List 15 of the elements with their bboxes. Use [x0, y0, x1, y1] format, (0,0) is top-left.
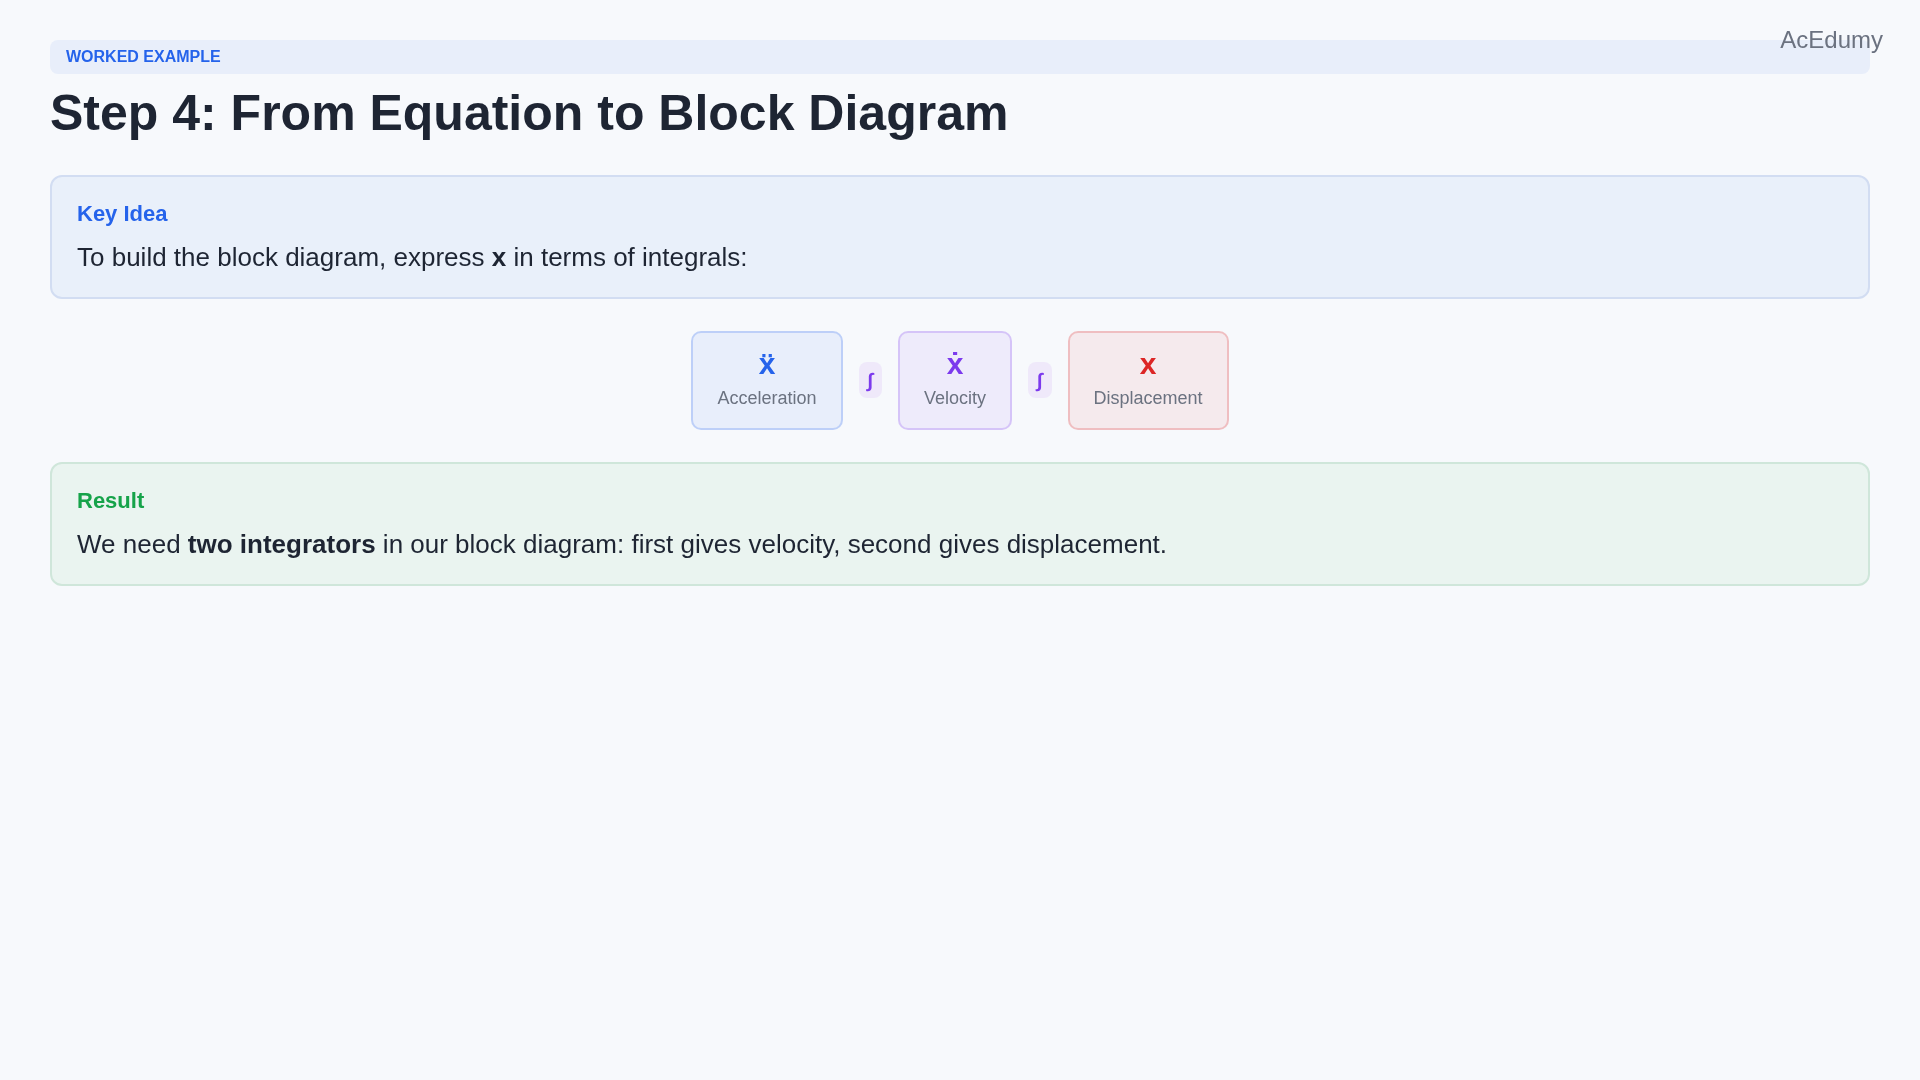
- integral-operator: ∫: [858, 362, 882, 398]
- block-symbol: x: [1138, 348, 1158, 379]
- block-symbol: ẋ: [945, 348, 965, 379]
- badge-label: WORKED EXAMPLE: [66, 48, 221, 65]
- brand-name: AcEdumy: [1780, 25, 1883, 55]
- panel-text: We need two integrators in our block diagram: first gives velocity, second gives displacement.: [77, 527, 1169, 561]
- block-label: Acceleration: [717, 386, 817, 410]
- panel-heading: Key Idea: [77, 199, 169, 228]
- panel-text: To build the block diagram, express x in terms of integrals:: [77, 240, 749, 274]
- block-label: Velocity: [924, 386, 987, 410]
- block-label: Displacement: [1093, 386, 1203, 410]
- page-title: Step 4: From Equation to Block Diagram: [50, 85, 1010, 143]
- panel-heading: Result: [77, 486, 146, 515]
- block-symbol: ẍ: [757, 348, 777, 379]
- integral-operator: ∫: [1028, 362, 1052, 398]
